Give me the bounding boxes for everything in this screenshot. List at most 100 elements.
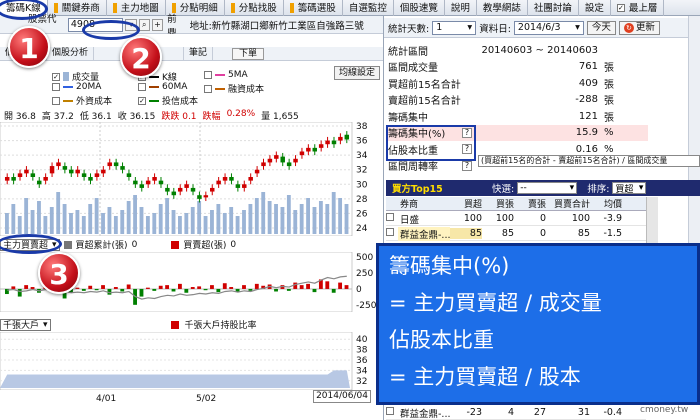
tab-9[interactable]: 教學網誌 bbox=[477, 0, 528, 16]
price-chart[interactable]: 24 26 28 30 32 34 36 38 bbox=[0, 122, 380, 236]
candle-body bbox=[190, 187, 196, 192]
table-row[interactable]: 群益金鼎-... -23 4 27 31 -0.4 bbox=[386, 406, 646, 420]
tab-5[interactable]: 籌碼選股 bbox=[284, 0, 343, 16]
candle-body bbox=[4, 177, 10, 181]
indicator-bar bbox=[222, 283, 227, 289]
table-cell: 31 bbox=[577, 407, 590, 418]
table-cell: -23 bbox=[466, 407, 482, 418]
volume-bar bbox=[286, 195, 291, 234]
checkbox-icon[interactable] bbox=[204, 84, 212, 93]
volume-bar bbox=[139, 207, 144, 234]
close-price: 收 36.15 bbox=[117, 112, 156, 122]
tab-label: 關鍵券商 bbox=[61, 2, 100, 14]
table-row[interactable]: 日盛 100 100 0 100 -3.9 bbox=[386, 212, 646, 226]
candle-body bbox=[81, 173, 87, 177]
update-button[interactable]: ↻ 更新 bbox=[618, 20, 660, 35]
quick-select[interactable]: -- ▾ bbox=[517, 182, 578, 194]
volume-bar bbox=[325, 204, 330, 234]
indicator-bar bbox=[152, 288, 157, 291]
column-header[interactable]: 賣張 bbox=[514, 197, 546, 210]
ma-settings-button[interactable]: 均線設定 bbox=[334, 66, 380, 80]
column-header[interactable]: 買賣合計 bbox=[546, 197, 590, 210]
candle-body bbox=[235, 184, 241, 188]
tab-12[interactable]: ✓ 最上層 bbox=[611, 0, 665, 16]
checkbox-icon[interactable] bbox=[138, 83, 146, 91]
table-cell: 85 bbox=[450, 228, 482, 239]
days-select[interactable]: 1 ▾ bbox=[432, 20, 477, 35]
legend-item[interactable]: 5MA bbox=[204, 70, 248, 80]
tab-8[interactable]: 說明 bbox=[445, 0, 477, 16]
x-tick: 4/01 bbox=[96, 394, 117, 404]
legend-item[interactable]: 60MA bbox=[138, 82, 187, 92]
checkbox-icon[interactable] bbox=[52, 83, 60, 91]
candle-body bbox=[177, 187, 183, 192]
candle-body bbox=[267, 158, 273, 163]
search-icon[interactable]: ⌕ bbox=[138, 18, 150, 31]
y-tick-label: 36 bbox=[356, 137, 368, 147]
table-row[interactable]: 群益金鼎-... 85 85 0 85 -1.5 bbox=[386, 226, 646, 241]
column-header[interactable]: 買張 bbox=[482, 197, 514, 210]
legend-item[interactable]: 融資成本 bbox=[204, 82, 264, 95]
candle-body bbox=[318, 144, 324, 148]
tab-stock-analysis[interactable]: 個股分析 bbox=[47, 47, 95, 60]
sort-select[interactable]: 買超 ▾ bbox=[612, 182, 647, 195]
checkbox-icon[interactable]: ✓ bbox=[138, 96, 146, 105]
stat-value: 0.16 bbox=[575, 143, 598, 155]
candle-body bbox=[216, 180, 221, 185]
volume-bar bbox=[37, 201, 41, 234]
checkbox-icon[interactable] bbox=[52, 96, 60, 105]
table-cell: 0 bbox=[539, 213, 546, 224]
lower-indicator-select[interactable]: 千張大戶 ▾ bbox=[0, 318, 51, 331]
tab-11[interactable]: 設定 bbox=[579, 0, 611, 16]
volume-bar bbox=[94, 198, 99, 234]
table-scrollbar[interactable] bbox=[646, 197, 658, 247]
broker-name[interactable]: 群益金鼎-... bbox=[398, 406, 450, 420]
candle-body bbox=[94, 173, 100, 177]
tab-4[interactable]: 分點找股 bbox=[225, 0, 284, 16]
tab-7[interactable]: 個股速覽 bbox=[394, 0, 445, 16]
lower-indicator-bar: 千張大戶 ▾ 千張大戶持股比率 bbox=[0, 318, 383, 331]
tab-notes[interactable]: 筆記 bbox=[184, 47, 214, 60]
candle-body bbox=[261, 162, 266, 167]
y-tick-label: 34 bbox=[356, 151, 368, 161]
broker-name[interactable]: 群益金鼎-... bbox=[398, 226, 450, 241]
checkbox-icon[interactable]: ✓ bbox=[52, 72, 60, 81]
indicator-bar bbox=[165, 285, 170, 289]
today-button[interactable]: 今天 bbox=[586, 20, 616, 35]
checkbox-icon[interactable]: ✓ bbox=[616, 4, 625, 12]
column-header[interactable]: 均價 bbox=[590, 197, 622, 210]
indicator-bar bbox=[158, 285, 163, 289]
volume-bar bbox=[133, 195, 137, 234]
legend-item[interactable]: 外資成本 bbox=[52, 94, 112, 107]
right-scrollbar[interactable] bbox=[688, 16, 700, 246]
lower-chart[interactable]: 4038363432 bbox=[0, 332, 380, 390]
checkbox-icon[interactable] bbox=[204, 71, 212, 79]
checkbox-icon[interactable] bbox=[386, 407, 398, 418]
tab-label: 教學網誌 bbox=[482, 2, 521, 14]
table-cell: 27 bbox=[533, 407, 546, 418]
table-cell: 85 bbox=[577, 228, 590, 239]
indicator-bar bbox=[101, 285, 105, 289]
candle-body bbox=[139, 184, 145, 188]
date-select[interactable]: 2014/6/3 ▾ bbox=[513, 20, 584, 35]
indicator-bar bbox=[94, 288, 99, 291]
volume-bar bbox=[30, 210, 35, 234]
volume-bar bbox=[171, 210, 176, 234]
stat-unit: % bbox=[604, 143, 614, 155]
add-icon[interactable]: + bbox=[151, 18, 164, 31]
column-header[interactable]: 券商 bbox=[398, 197, 450, 210]
tab-6[interactable]: 自選監控 bbox=[343, 0, 394, 16]
legend-swatch bbox=[149, 75, 159, 78]
tab-10[interactable]: 社團討論 bbox=[528, 0, 579, 16]
broker-name[interactable]: 日盛 bbox=[398, 212, 450, 226]
column-header[interactable]: 買超 bbox=[450, 197, 482, 210]
order-button[interactable]: 下單 bbox=[232, 48, 264, 60]
checkbox-icon[interactable] bbox=[386, 213, 398, 224]
help-icon[interactable]: ? bbox=[462, 160, 472, 171]
stat-row: 買超前15名合計 409 張 bbox=[388, 75, 648, 91]
checkbox-icon[interactable] bbox=[386, 228, 398, 239]
legend-item[interactable]: ✓ 投信成本 bbox=[138, 94, 198, 107]
legend-item[interactable]: 20MA bbox=[52, 82, 101, 92]
indicator-bar bbox=[286, 288, 291, 291]
tab-2[interactable]: 主力地圖 bbox=[107, 0, 166, 16]
